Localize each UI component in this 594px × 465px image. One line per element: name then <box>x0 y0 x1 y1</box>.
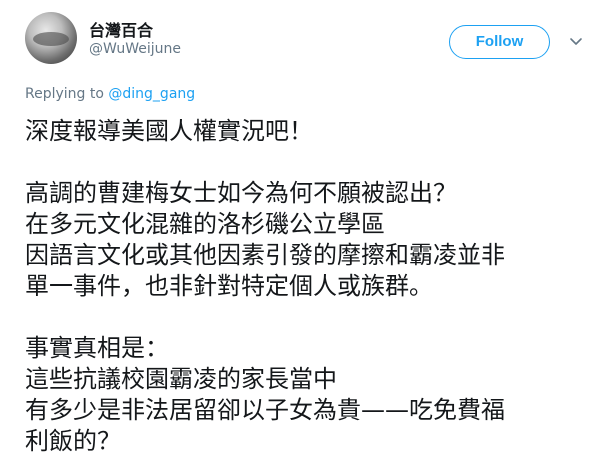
reply-to-mention-link[interactable]: @ding_gang <box>108 86 195 102</box>
tweet-card: 台灣百合 @WuWeijune Follow Replying to @ding… <box>0 0 594 465</box>
tweet-line: 因語言文化或其他因素引發的摩擦和霸凌並非 <box>25 241 505 269</box>
avatar[interactable] <box>25 12 77 64</box>
follow-button[interactable]: Follow <box>449 25 550 59</box>
replying-to: Replying to @ding_gang <box>25 86 195 102</box>
tweet-line: 這些抗議校園霸凌的家長當中 <box>25 365 337 393</box>
tweet-line: 深度報導美國人權實況吧！ <box>25 117 313 145</box>
tweet-line: 高調的曹建梅女士如今為何不願被認出？ <box>25 179 457 207</box>
tweet-line: 事實真相是： <box>25 334 169 362</box>
tweet-line: 在多元文化混雜的洛杉磯公立學區 <box>25 210 385 238</box>
tweet-text: 深度報導美國人權實況吧！ 高調的曹建梅女士如今為何不願被認出？ 在多元文化混雜的… <box>25 116 585 457</box>
tweet-line: 利飯的？ <box>25 427 121 455</box>
replying-to-label: Replying to <box>25 86 109 102</box>
user-handle[interactable]: @WuWeijune <box>89 41 181 57</box>
tweet-line-break <box>25 302 585 333</box>
chevron-down-icon[interactable] <box>569 36 583 48</box>
tweet-line-break <box>25 147 585 178</box>
tweet-line: 有多少是非法居留卻以子女為貴——吃免費福 <box>25 396 505 424</box>
tweet-line: 單一事件，也非針對特定個人或族群。 <box>25 272 433 300</box>
display-name[interactable]: 台灣百合 <box>89 17 153 41</box>
